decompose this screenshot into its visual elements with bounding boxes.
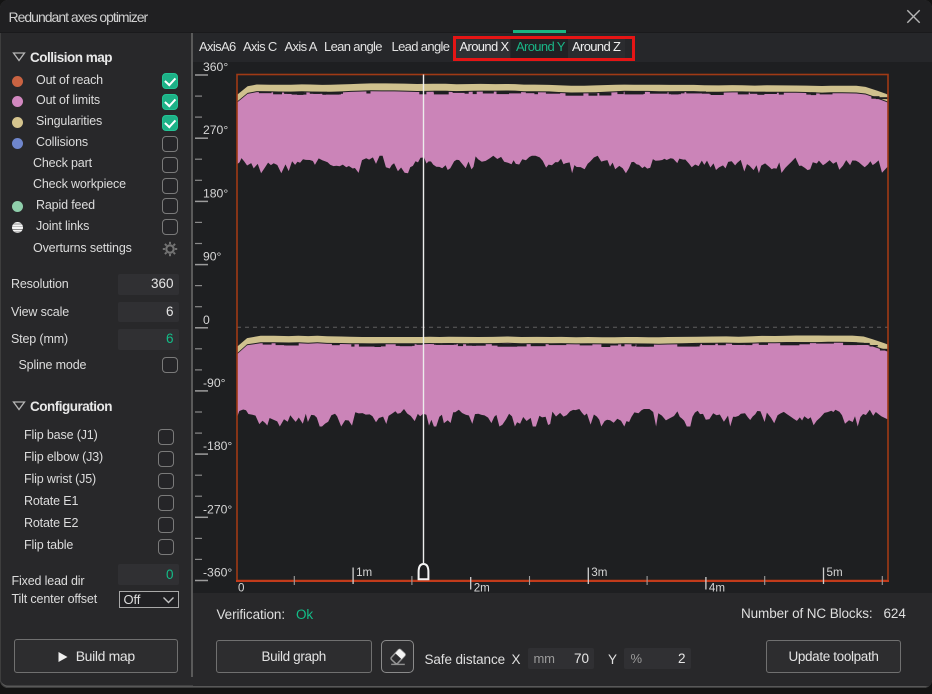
svg-text:3m: 3m (591, 566, 607, 579)
svg-text:-90°: -90° (203, 376, 226, 390)
svg-text:180°: 180° (203, 186, 228, 200)
svg-text:270°: 270° (203, 123, 228, 137)
svg-text:5m: 5m (827, 566, 843, 579)
svg-text:2m: 2m (474, 582, 490, 595)
svg-text:-360°: -360° (203, 566, 232, 580)
svg-text:1m: 1m (356, 566, 372, 579)
svg-text:360°: 360° (203, 60, 228, 74)
svg-text:-180°: -180° (203, 439, 232, 453)
svg-text:4m: 4m (709, 582, 725, 595)
svg-text:-270°: -270° (203, 502, 232, 516)
svg-text:0: 0 (203, 313, 210, 327)
svg-text:0: 0 (238, 582, 244, 595)
svg-text:90°: 90° (203, 250, 222, 264)
